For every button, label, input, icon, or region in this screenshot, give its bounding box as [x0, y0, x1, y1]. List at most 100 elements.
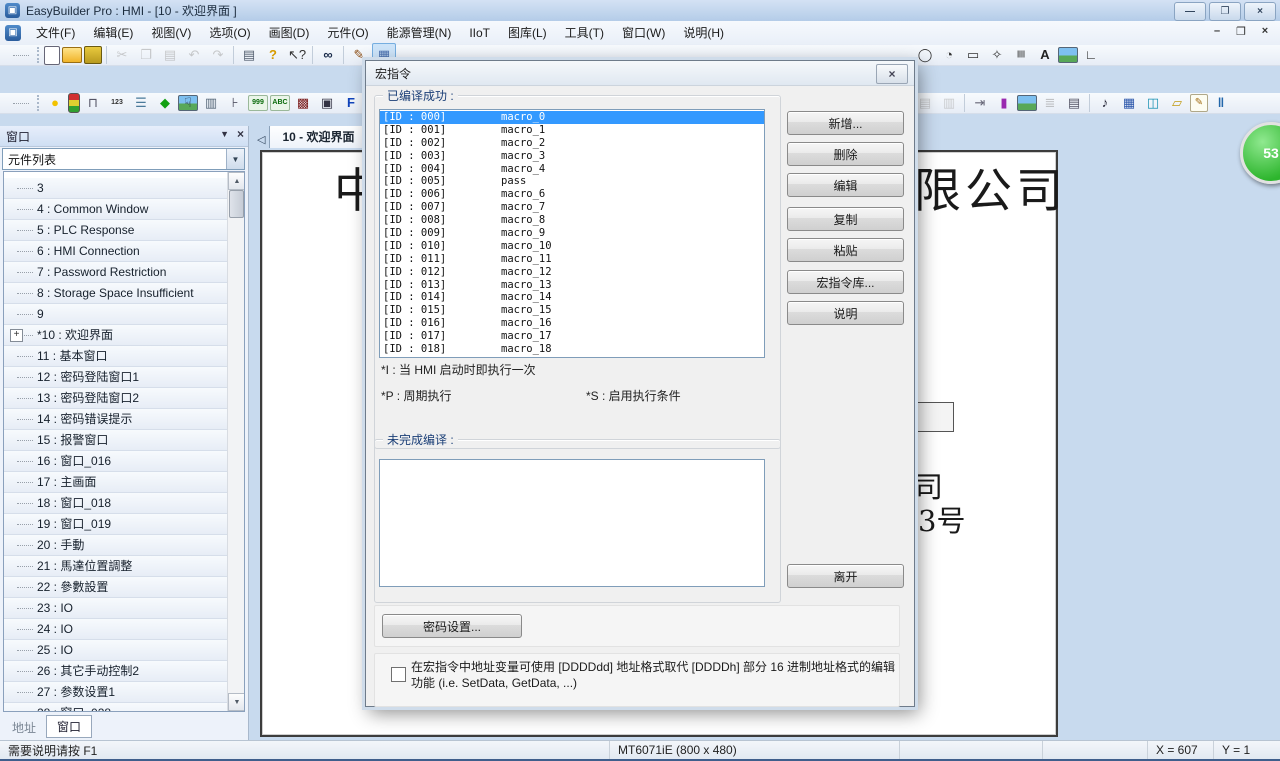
tree-item[interactable]: 28 : 窗口_028 [4, 703, 245, 712]
tree-item[interactable]: 17 : 主画面 [4, 472, 245, 493]
document-icon[interactable]: ▣ [5, 25, 21, 41]
tab-address[interactable]: 地址 [2, 717, 46, 738]
macro-row[interactable]: [ID : 010]macro_10 [380, 240, 764, 253]
minimize-button[interactable]: — [1174, 2, 1206, 21]
uncompiled-list[interactable] [379, 459, 765, 587]
bar-graph-icon[interactable]: ‖ [1210, 92, 1232, 114]
macro-row[interactable]: [ID : 000]macro_0 [380, 111, 764, 124]
element-list-combobox[interactable]: 元件列表 ▼ [2, 148, 245, 170]
tree-item[interactable]: 11 : 基本窗口 [4, 346, 245, 367]
tree-item[interactable]: *10 : 欢迎界面 [4, 325, 245, 346]
layers-icon[interactable]: ☰ [130, 92, 152, 114]
pie-icon[interactable]: ◔ [938, 44, 960, 66]
gallery-icon[interactable] [1017, 95, 1037, 111]
video-icon[interactable]: ◫ [1142, 92, 1164, 114]
exit-door-icon[interactable]: ⇥ [969, 92, 991, 114]
tree-item[interactable]: 23 : IO [4, 598, 245, 619]
macro-row[interactable]: [ID : 018]macro_18 [380, 343, 764, 356]
tree-item[interactable]: 22 : 參數設置 [4, 577, 245, 598]
macro-row[interactable]: [ID : 006]macro_6 [380, 188, 764, 201]
scrollbar-thumb[interactable] [229, 190, 244, 218]
polygon-icon[interactable]: ✧ [986, 44, 1008, 66]
picture-icon[interactable] [1058, 47, 1078, 63]
exit-button[interactable]: 离开 [787, 564, 904, 588]
report-table-icon[interactable]: ▦ [1118, 92, 1140, 114]
dialog-title-bar[interactable]: 宏指令 [366, 61, 914, 86]
macro-row[interactable]: [ID : 016]macro_16 [380, 317, 764, 330]
bulb-icon[interactable]: ● [44, 92, 66, 114]
tree-item[interactable]: 4 : Common Window [4, 199, 245, 220]
macro-row[interactable]: [ID : 002]macro_2 [380, 137, 764, 150]
scroll-up-icon[interactable]: ▲ [228, 172, 245, 190]
frame-icon[interactable]: ▣ [316, 92, 338, 114]
traffic-light-icon[interactable] [68, 93, 80, 113]
new-file-icon[interactable] [44, 46, 60, 65]
tree-item[interactable]: 18 : 窗口_018 [4, 493, 245, 514]
menu-item[interactable]: 视图(V) [142, 21, 200, 45]
menu-item[interactable]: 能源管理(N) [378, 21, 461, 45]
menu-item[interactable]: 编辑(E) [84, 21, 142, 45]
menu-item[interactable]: 元件(O) [318, 21, 377, 45]
close-button[interactable]: × [1244, 2, 1276, 21]
copy-button[interactable]: 复制 [787, 207, 904, 231]
scroll-down-icon[interactable]: ▼ [228, 693, 245, 711]
message-board-icon[interactable]: ▥ [200, 92, 222, 114]
paste-button[interactable]: 粘贴 [787, 238, 904, 262]
help-icon[interactable]: ? [262, 44, 284, 66]
restore-button[interactable]: ❐ [1209, 2, 1241, 21]
shape-icon[interactable]: ∟ [1080, 44, 1102, 66]
save-icon[interactable] [84, 46, 102, 64]
tab-window[interactable]: 窗口 [46, 715, 92, 738]
tags-icon[interactable]: ▱ [1166, 92, 1188, 114]
delete-button[interactable]: 删除 [787, 142, 904, 166]
find-icon[interactable]: ∞ [317, 44, 339, 66]
menu-item[interactable]: 画图(D) [260, 21, 319, 45]
canvas-text-object[interactable]: 3号 [918, 498, 965, 540]
open-folder-icon[interactable] [62, 47, 82, 63]
tree-item[interactable]: 6 : HMI Connection [4, 241, 245, 262]
macro-row[interactable]: [ID : 013]macro_13 [380, 279, 764, 292]
menu-item[interactable]: IIoT [460, 21, 499, 45]
macro-row[interactable]: [ID : 017]macro_17 [380, 330, 764, 343]
dialog-close-icon[interactable]: × [876, 64, 908, 84]
macro-row[interactable]: [ID : 012]macro_12 [380, 266, 764, 279]
panel-close-icon[interactable]: × [237, 129, 244, 139]
ellipse-icon[interactable]: ◯ [914, 44, 936, 66]
mdi-restore-icon[interactable]: ❐ [1234, 25, 1248, 38]
menu-item[interactable]: 工具(T) [556, 21, 613, 45]
macro-row[interactable]: [ID : 005]pass [380, 175, 764, 188]
macro-row[interactable]: [ID : 009]macro_9 [380, 227, 764, 240]
macro-row[interactable]: [ID : 015]macro_15 [380, 304, 764, 317]
tab-scroll-left-icon[interactable]: ◁ [257, 133, 265, 146]
tree-item[interactable]: 16 : 窗口_016 [4, 451, 245, 472]
drawers-icon[interactable]: ▤ [1063, 92, 1085, 114]
switch-icon[interactable]: ⊓ [82, 92, 104, 114]
music-note-icon[interactable]: ♪ [1094, 92, 1116, 114]
scale-icon[interactable]: |||| [1010, 44, 1032, 66]
menu-item[interactable]: 文件(F) [27, 21, 84, 45]
password-settings-button[interactable]: 密码设置... [382, 614, 522, 638]
macro-list[interactable]: [ID : 000]macro_0[ID : 001]macro_1[ID : … [379, 109, 765, 358]
menu-item[interactable]: 图库(L) [499, 21, 556, 45]
menu-item[interactable]: 说明(H) [674, 21, 733, 45]
macro-row[interactable]: [ID : 001]macro_1 [380, 124, 764, 137]
menu-item[interactable]: 窗口(W) [613, 21, 674, 45]
chevron-down-icon[interactable]: ▼ [226, 149, 244, 169]
macro-library-button[interactable]: 宏指令库... [787, 270, 904, 294]
tree-item[interactable]: 13 : 密码登陆窗口2 [4, 388, 245, 409]
tree-item[interactable]: 8 : Storage Space Insufficient [4, 283, 245, 304]
macro-row[interactable]: [ID : 003]macro_3 [380, 150, 764, 163]
tree-item[interactable]: 25 : IO [4, 640, 245, 661]
book-icon[interactable]: ▮ [993, 92, 1015, 114]
macro-row[interactable]: [ID : 004]macro_4 [380, 163, 764, 176]
canvas-tab[interactable]: 10 - 欢迎界面 [269, 126, 371, 148]
touch-screen-icon[interactable]: ☟ [178, 95, 198, 111]
tree-item[interactable]: 24 : IO [4, 619, 245, 640]
macro-row[interactable]: [ID : 008]macro_8 [380, 214, 764, 227]
tree-item[interactable]: 19 : 窗口_019 [4, 514, 245, 535]
plunger-icon[interactable]: ⊦ [224, 92, 246, 114]
multi-state-icon[interactable]: ◆ [154, 92, 176, 114]
tree-item[interactable]: 26 : 其它手动控制2 [4, 661, 245, 682]
tree-item[interactable]: 20 : 手動 [4, 535, 245, 556]
menu-item[interactable]: 选项(O) [200, 21, 259, 45]
